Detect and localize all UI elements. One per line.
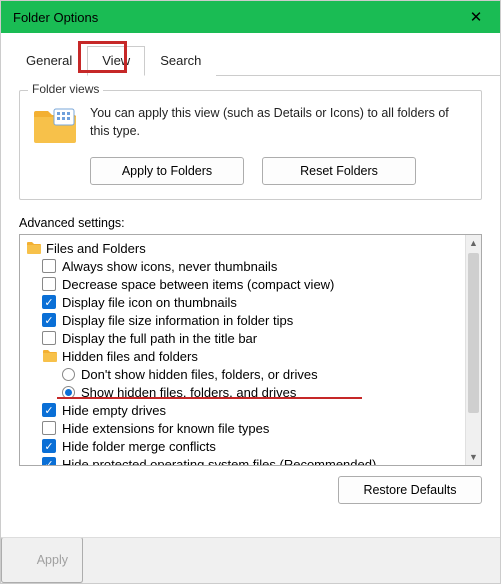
tree-item[interactable]: Hide extensions for known file types xyxy=(24,419,479,437)
tree-group-label: Hidden files and folders xyxy=(62,349,198,364)
tree-item-label: Always show icons, never thumbnails xyxy=(62,259,277,274)
tree-item[interactable]: Decrease space between items (compact vi… xyxy=(24,275,479,293)
folder-views-text: You can apply this view (such as Details… xyxy=(90,105,469,145)
tree-radio-item[interactable]: Don't show hidden files, folders, or dri… xyxy=(24,365,479,383)
tabs: General View Search xyxy=(11,45,500,76)
folder-icon xyxy=(32,105,78,145)
checkbox[interactable]: ✓ xyxy=(42,313,56,327)
checkbox[interactable]: ✓ xyxy=(42,457,56,466)
reset-folders-button[interactable]: Reset Folders xyxy=(262,157,416,185)
tree-item-label: Display the full path in the title bar xyxy=(62,331,257,346)
annotation-underline-show-hidden xyxy=(57,397,362,399)
tree-item-label: Decrease space between items (compact vi… xyxy=(62,277,334,292)
scrollbar[interactable]: ▲ ▼ xyxy=(465,235,481,465)
scroll-thumb[interactable] xyxy=(468,253,479,413)
checkbox[interactable] xyxy=(42,259,56,273)
tree-item[interactable]: ✓ Hide folder merge conflicts xyxy=(24,437,479,455)
close-icon[interactable]: ✕ xyxy=(462,8,490,26)
advanced-settings-tree[interactable]: Files and Folders Always show icons, nev… xyxy=(19,234,482,466)
checkbox[interactable]: ✓ xyxy=(42,403,56,417)
window-title: Folder Options xyxy=(13,10,98,25)
checkbox[interactable] xyxy=(42,421,56,435)
tab-view[interactable]: View xyxy=(87,46,145,76)
restore-defaults-button[interactable]: Restore Defaults xyxy=(338,476,482,504)
advanced-settings-label: Advanced settings: xyxy=(19,216,482,230)
apply-button[interactable]: Apply xyxy=(1,537,83,583)
checkbox[interactable] xyxy=(42,277,56,291)
tree-item-label: Display file icon on thumbnails xyxy=(62,295,237,310)
tab-general[interactable]: General xyxy=(11,46,87,76)
folder-options-window: Folder Options ✕ General View Search Fol… xyxy=(0,0,501,584)
tree-group-files-folders: Files and Folders xyxy=(24,239,479,257)
radio[interactable] xyxy=(62,368,75,381)
folder-views-legend: Folder views xyxy=(28,82,103,96)
tree-item[interactable]: ✓ Display file size information in folder… xyxy=(24,311,479,329)
tree-group-label: Files and Folders xyxy=(46,241,146,256)
titlebar: Folder Options ✕ xyxy=(1,1,500,33)
scroll-up-icon[interactable]: ▲ xyxy=(466,235,481,251)
tree-item-label: Display file size information in folder … xyxy=(62,313,293,328)
tree-item[interactable]: ✓ Hide protected operating system files (… xyxy=(24,455,479,466)
checkbox[interactable]: ✓ xyxy=(42,295,56,309)
tab-content: Folder views You can apply this view (su… xyxy=(1,76,500,562)
tree-item[interactable]: ✓ Hide empty drives xyxy=(24,401,479,419)
folder-small-icon xyxy=(26,241,42,255)
folder-views-group: Folder views You can apply this view (su… xyxy=(19,90,482,200)
scroll-down-icon[interactable]: ▼ xyxy=(466,449,481,465)
checkbox[interactable] xyxy=(42,331,56,345)
tree-item-label: Don't show hidden files, folders, or dri… xyxy=(81,367,318,382)
checkbox[interactable]: ✓ xyxy=(42,439,56,453)
tree-item-label: Hide folder merge conflicts xyxy=(62,439,216,454)
tree-item-label: Hide extensions for known file types xyxy=(62,421,269,436)
tree-item-label: Hide protected operating system files (R… xyxy=(62,457,376,467)
folder-small-icon xyxy=(42,349,58,363)
tree-item[interactable]: ✓ Display file icon on thumbnails xyxy=(24,293,479,311)
tree-item[interactable]: Display the full path in the title bar xyxy=(24,329,479,347)
tree-group-hidden: Hidden files and folders xyxy=(24,347,479,365)
tree-item[interactable]: Always show icons, never thumbnails xyxy=(24,257,479,275)
apply-to-folders-button[interactable]: Apply to Folders xyxy=(90,157,244,185)
tab-search[interactable]: Search xyxy=(145,46,216,76)
dialog-footer: OK Cancel Apply xyxy=(1,537,500,583)
tree-item-label: Hide empty drives xyxy=(62,403,166,418)
